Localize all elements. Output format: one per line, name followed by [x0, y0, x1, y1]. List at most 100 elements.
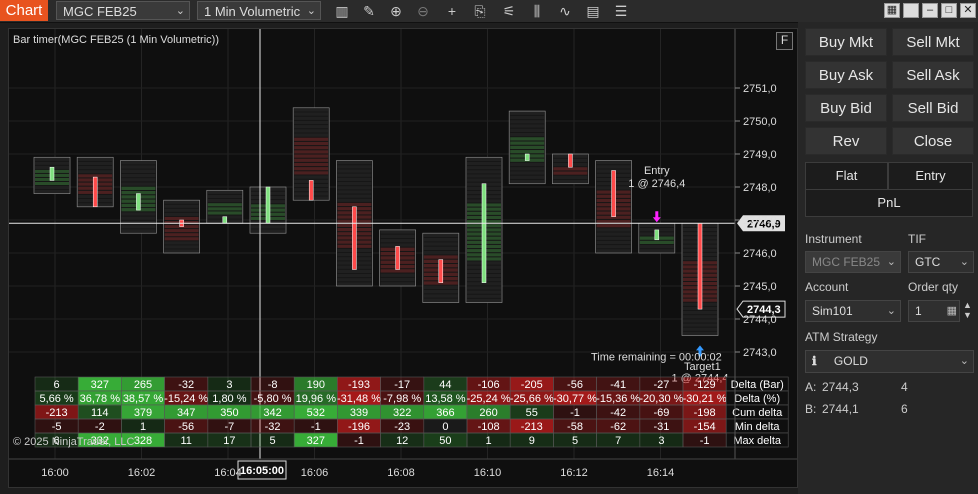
- table-row-name: Cum delta: [732, 407, 783, 419]
- table-cell-value: -129: [694, 379, 716, 391]
- buy-mkt-button[interactable]: Buy Mkt: [805, 28, 887, 56]
- table-cell-value: -69: [653, 407, 669, 419]
- table-cell-value: -213: [521, 421, 543, 433]
- bar-style-icon[interactable]: ▥: [333, 2, 351, 20]
- footprint-row: [553, 171, 588, 175]
- templates-icon[interactable]: ∿: [556, 2, 574, 20]
- time-tick-label: 16:12: [560, 467, 588, 479]
- table-cell-value: 379: [134, 407, 152, 419]
- chart-canvas[interactable]: 2746,92744,316:05:00Entry1 @ 2746,4Targe…: [9, 29, 797, 487]
- table-cell-value: -31,48 %: [337, 393, 381, 405]
- footprint-row: [467, 170, 501, 174]
- footprint-row: [423, 251, 458, 255]
- order-qty-input[interactable]: 1 ▦: [908, 300, 960, 322]
- footprint-row: [294, 129, 329, 133]
- footprint-row: [294, 171, 329, 175]
- chart-panel[interactable]: 2746,9 2744,3 16:05:00 Entry 1 @ 2746,4 Targe…: [8, 28, 798, 488]
- tif-select[interactable]: GTC ⌄: [908, 251, 974, 273]
- qty-stepper[interactable]: ▲ ▼: [963, 300, 972, 320]
- footprint-row: [467, 290, 501, 294]
- entry-detail: 1 @ 2746,4: [628, 178, 685, 190]
- table-cell-value: -25,24 %: [467, 393, 511, 405]
- footprint-row: [423, 294, 458, 298]
- rev-button[interactable]: Rev: [805, 127, 887, 155]
- sell-ask-button[interactable]: Sell Ask: [892, 61, 974, 89]
- properties-icon[interactable]: ▤: [584, 2, 602, 20]
- footprint-bar: [292, 107, 330, 201]
- data-box-icon[interactable]: ⎘: [471, 2, 489, 20]
- instrument-selector[interactable]: MGC FEB25 ⌄: [56, 1, 190, 20]
- order-qty-value: 1: [915, 304, 922, 318]
- indicators-icon[interactable]: ⚟: [500, 2, 518, 20]
- footprint-row: [207, 211, 242, 215]
- footprint-row: [121, 182, 156, 186]
- footprint-row: [467, 166, 501, 170]
- minimize-icon[interactable]: –: [922, 3, 938, 18]
- entry-button[interactable]: Entry: [888, 162, 973, 190]
- close-icon[interactable]: ✕: [960, 3, 976, 18]
- footprint-row: [35, 182, 69, 186]
- menu-icon[interactable]: ☰: [612, 2, 630, 20]
- footprint-row: [121, 161, 156, 165]
- tif-label: TIF: [908, 232, 926, 246]
- strategies-icon[interactable]: ⫼: [528, 2, 546, 20]
- ask-size: 4: [901, 380, 908, 394]
- table-cell-value: 38,57 %: [123, 393, 164, 405]
- draw-pencil-icon[interactable]: ✎: [360, 2, 378, 20]
- account-select[interactable]: Sim101 ⌄: [805, 300, 901, 322]
- candle-body: [395, 246, 400, 270]
- buy-bid-button[interactable]: Buy Bid: [805, 94, 887, 122]
- keypad-icon[interactable]: ▦: [947, 301, 957, 321]
- info-icon[interactable]: ℹ: [812, 354, 817, 368]
- chart-title: Bar timer(MGC FEB25 (1 Min Volumetric)): [13, 34, 219, 46]
- instrument-select[interactable]: MGC FEB25 ⌄: [805, 251, 901, 273]
- table-cell-value: 1,80 %: [212, 393, 246, 405]
- f-button[interactable]: F: [776, 32, 793, 50]
- atm-strategy-select[interactable]: ℹ GOLD ⌄: [805, 350, 974, 373]
- table-cell-value: -7,98 %: [383, 393, 421, 405]
- footprint-row: [207, 207, 242, 211]
- footprint-row: [294, 162, 329, 167]
- table-cell-value: 1: [486, 435, 492, 447]
- table-cell-value: -32: [265, 421, 281, 433]
- footprint-row: [639, 223, 674, 228]
- zoom-in-icon[interactable]: ⊕: [387, 2, 405, 20]
- maximize-icon[interactable]: □: [941, 3, 957, 18]
- footprint-row: [35, 157, 69, 161]
- footprint-row: [35, 190, 69, 194]
- footprint-row: [380, 277, 415, 282]
- instrument-selector-value: MGC FEB25: [63, 4, 137, 19]
- table-cell-value: 265: [134, 379, 152, 391]
- restore-icon[interactable]: [903, 3, 919, 18]
- footprint-row: [510, 137, 545, 141]
- interval-selector[interactable]: 1 Min Volumetric ⌄: [197, 1, 321, 20]
- table-cell-value: 327: [91, 379, 109, 391]
- chevron-down-icon: ⌄: [886, 256, 896, 268]
- time-tick-label: 16:06: [301, 467, 329, 479]
- close-button[interactable]: Close: [892, 127, 974, 155]
- price-tick-label: 2750,0: [743, 116, 777, 128]
- price-tick-label: 2751,0: [743, 83, 777, 95]
- footprint-bar: [120, 160, 157, 234]
- flat-button[interactable]: Flat: [805, 162, 888, 190]
- footprint-row: [121, 212, 156, 216]
- footprint-row: [510, 162, 545, 167]
- zoom-out-icon[interactable]: ⊖: [414, 2, 432, 20]
- footprint-row: [510, 120, 545, 124]
- grid-icon[interactable]: ▦: [884, 3, 900, 18]
- footprint-row: [423, 246, 458, 251]
- table-cell-value: 5: [270, 435, 276, 447]
- footprint-row: [294, 125, 329, 129]
- price-tick-label: 2747,0: [743, 215, 777, 227]
- time-remaining: Time remaining = 00:00:02: [591, 351, 722, 363]
- sell-bid-button[interactable]: Sell Bid: [892, 94, 974, 122]
- table-cell-value: -7: [225, 421, 235, 433]
- buy-ask-button[interactable]: Buy Ask: [805, 61, 887, 89]
- sell-mkt-button[interactable]: Sell Mkt: [892, 28, 974, 56]
- footprint-row: [467, 157, 501, 161]
- chart-tab[interactable]: Chart: [0, 0, 48, 21]
- footprint-row: [164, 204, 199, 208]
- instrument-label: Instrument: [805, 232, 862, 246]
- crosshair-icon[interactable]: +: [443, 2, 461, 20]
- footprint-row: [78, 166, 113, 170]
